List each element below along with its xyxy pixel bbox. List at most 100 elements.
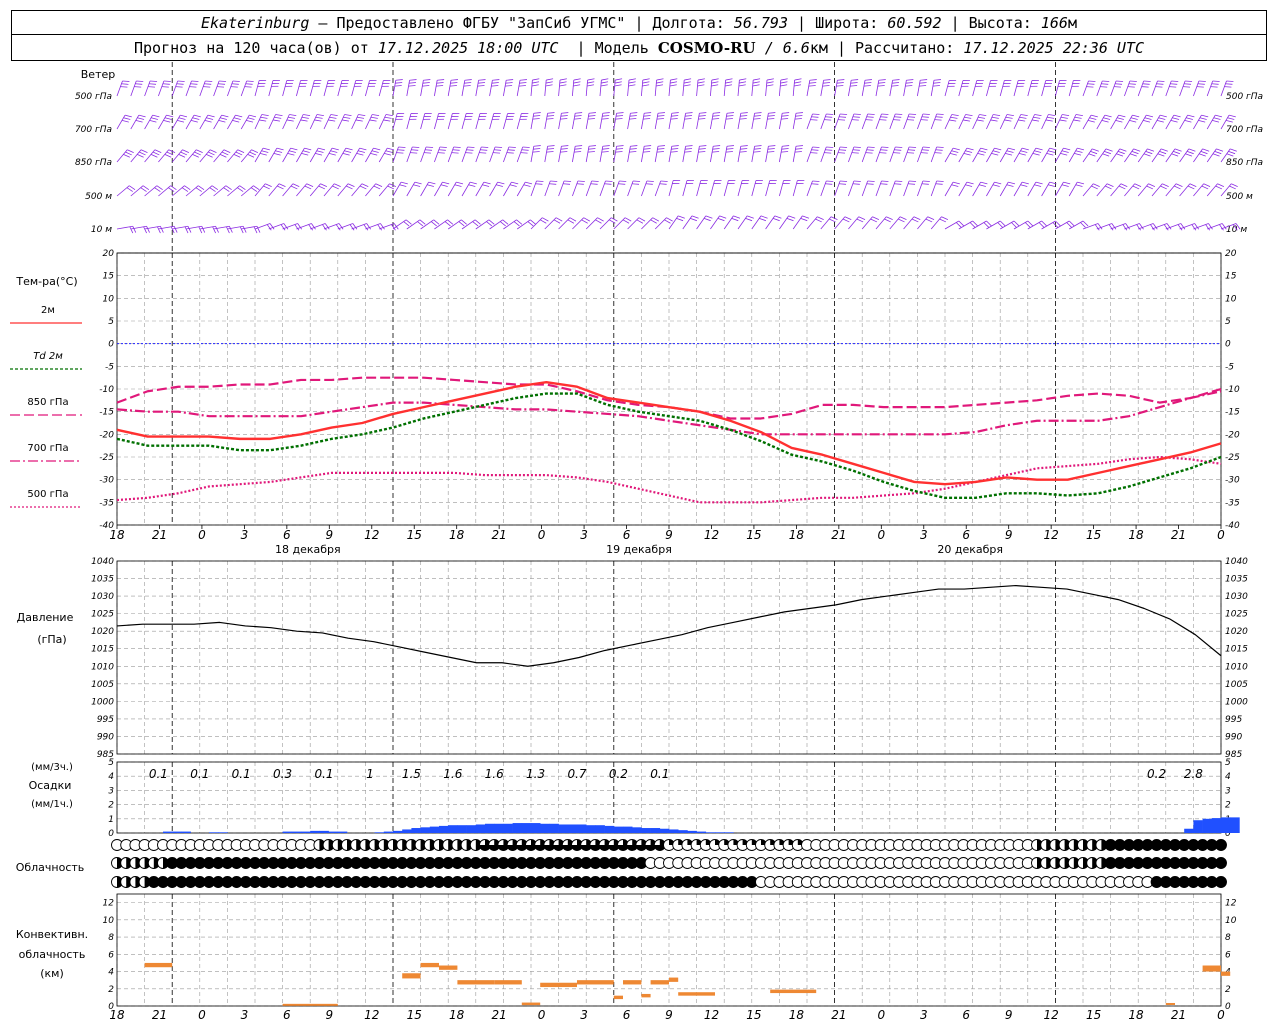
wind-barb: [1082, 80, 1096, 97]
wind-barb: [337, 223, 358, 231]
wind-barb: [227, 80, 240, 97]
x-tick-label: 6: [623, 528, 631, 542]
conv-segment: [1221, 971, 1231, 976]
wind-barb: [917, 216, 935, 230]
wind-barb: [1165, 183, 1183, 197]
conv-axis-title: Конвективн.: [16, 928, 88, 941]
precip-bar: [705, 832, 716, 833]
pressure-ytick-left: 1010: [91, 662, 114, 672]
wind-level-label-right: 500 гПа: [1226, 92, 1263, 102]
conv-ytick-left: 2: [108, 985, 114, 995]
wind-barb: [282, 114, 297, 130]
precip-bar: [531, 823, 541, 833]
wind-barb: [723, 78, 733, 97]
wind-barb: [1124, 223, 1144, 231]
wind-barb: [1055, 80, 1067, 97]
wind-barb: [972, 181, 988, 197]
temp-ytick-left: 10: [103, 294, 115, 304]
wind-barb: [530, 78, 540, 97]
wind-barb: [254, 147, 270, 163]
wind-barb: [1151, 183, 1169, 197]
wind-level-label-left: 10 м: [91, 225, 112, 235]
wind-barb: [668, 145, 679, 163]
x-tick-label-bottom: 15: [407, 1008, 422, 1022]
wind-barb: [737, 112, 748, 130]
x-tick-label: 3: [920, 528, 928, 542]
pressure-ytick-left: 1005: [91, 680, 114, 690]
temp-ytick-left: -15: [99, 408, 114, 418]
x-tick-label: 3: [241, 528, 249, 542]
wind-barb: [1027, 114, 1042, 130]
precip-bar: [402, 829, 412, 833]
wind-barb: [296, 223, 316, 231]
wind-barb: [378, 114, 393, 130]
temp-ytick-right: -5: [1225, 362, 1234, 372]
wind-barb: [323, 183, 341, 197]
wind-barb: [1096, 183, 1114, 197]
wind-barb: [1110, 183, 1128, 197]
wind-barb: [461, 79, 472, 97]
precip-bar: [494, 823, 504, 833]
precip-bar: [1221, 817, 1231, 833]
wind-barb: [710, 145, 721, 163]
wind-barb: [337, 114, 352, 130]
wind-barb: [875, 216, 893, 230]
wind-barb: [613, 78, 623, 97]
wind-barb: [930, 113, 944, 130]
wind-barb: [116, 225, 137, 234]
wind-barb: [585, 112, 596, 130]
precip-total-label: 2.8: [1184, 767, 1203, 781]
precip-total-label: 1.3: [526, 767, 545, 781]
precip-bar: [586, 825, 596, 833]
wind-barb: [1110, 148, 1127, 163]
pressure-ytick-right: 1015: [1225, 645, 1248, 655]
conv-segment: [641, 993, 651, 998]
wind-barb: [875, 113, 889, 130]
x-tick-label-bottom: 21: [1171, 1008, 1186, 1022]
wind-barb: [1206, 148, 1224, 163]
x-tick-label-bottom: 0: [198, 1008, 206, 1022]
wind-barb: [475, 181, 491, 197]
temp-ytick-left: -25: [99, 453, 114, 463]
wind-barb: [516, 113, 529, 130]
wind-barb: [489, 181, 505, 197]
pressure-ytick-left: 990: [97, 732, 114, 742]
wind-barb: [254, 80, 267, 97]
pressure-ytick-left: 1020: [91, 627, 114, 637]
x-tick-label-bottom: 12: [1044, 1008, 1059, 1022]
wind-barb: [751, 145, 762, 163]
precip-bar: [420, 827, 431, 833]
precip-bar: [475, 824, 486, 833]
day-label: 20 декабря: [937, 543, 1003, 556]
wind-barb: [420, 146, 434, 163]
cloud-symbol: [1215, 876, 1227, 888]
wind-barb: [392, 113, 405, 130]
precip-bar: [181, 831, 191, 833]
precip-unit-3h: (мм/3ч.): [31, 762, 73, 773]
wind-barb: [296, 183, 314, 197]
wind-barb: [558, 78, 567, 97]
wind-barb: [1013, 147, 1029, 163]
precip-total-label: 1.6: [443, 767, 462, 781]
wind-barb: [834, 79, 845, 97]
pressure-ytick-right: 1010: [1225, 662, 1248, 672]
wind-barb: [889, 180, 903, 197]
precip-bar: [448, 825, 458, 833]
wind-barb: [268, 80, 280, 97]
wind-barb: [544, 145, 555, 163]
wind-barb: [1206, 183, 1225, 197]
wind-barb: [682, 78, 692, 97]
wind-barb: [351, 114, 366, 130]
conv-segment: [613, 995, 623, 1000]
wind-barb: [309, 114, 324, 130]
wind-barb: [820, 79, 831, 97]
wind-barb: [737, 180, 750, 197]
wind-barb: [599, 180, 613, 197]
precip-bar: [1193, 820, 1203, 833]
wind-barb: [227, 114, 243, 130]
wind-barb: [116, 149, 134, 163]
wind-barb: [158, 80, 171, 97]
precip-bar: [485, 823, 495, 833]
x-tick-label: 12: [364, 528, 379, 542]
wind-barb: [351, 223, 372, 231]
